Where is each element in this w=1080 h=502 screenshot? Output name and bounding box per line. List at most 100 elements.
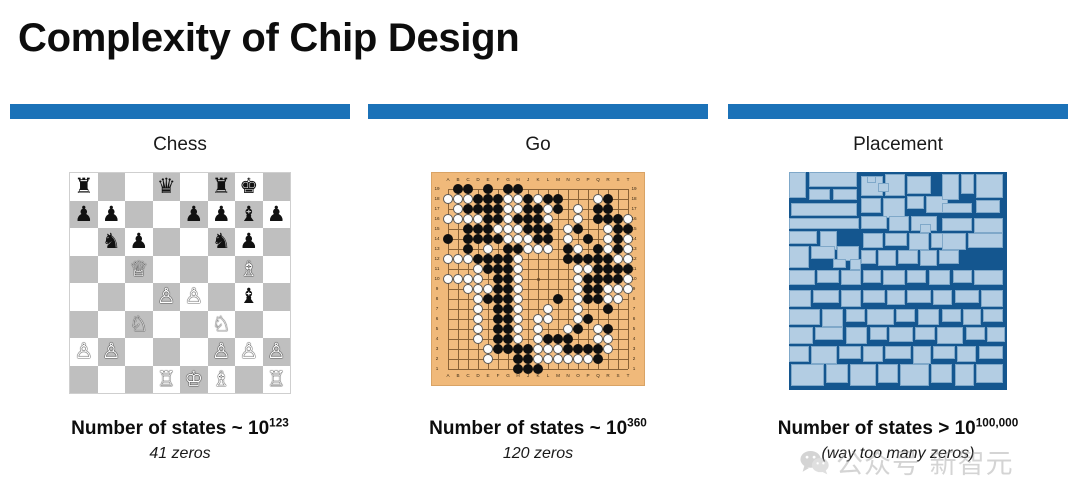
- go-stone-white: [452, 273, 464, 285]
- go-row-label: 9: [435, 285, 439, 291]
- placement-block: [965, 326, 986, 340]
- go-column-label: M: [556, 373, 560, 378]
- placement-block: [915, 326, 936, 340]
- go-stone-black: [482, 263, 494, 275]
- page-title: Complexity of Chip Design: [18, 16, 520, 60]
- go-stone-white: [482, 343, 494, 355]
- placement-block: [941, 217, 973, 231]
- go-stone-white: [572, 353, 584, 365]
- go-stone-black: [552, 193, 564, 205]
- chess-piece: ♟: [266, 202, 286, 226]
- go-stone-black: [592, 253, 604, 265]
- placement-block: [863, 346, 883, 362]
- chess-piece: ♖: [156, 367, 176, 391]
- go-column-label: M: [556, 177, 560, 182]
- go-stone-black: [512, 353, 524, 365]
- go-row-label: 16: [631, 215, 637, 221]
- go-stone-white: [592, 333, 604, 345]
- chess-square: ♟: [97, 200, 125, 228]
- go-column-label: R: [606, 177, 610, 182]
- chess-square: [70, 365, 98, 393]
- go-stone-black: [462, 183, 474, 195]
- go-stone-white: [602, 223, 614, 235]
- go-stone-white: [512, 233, 524, 245]
- chess-piece: ♟: [101, 202, 121, 226]
- go-stone-white: [542, 203, 554, 215]
- go-row-label: 15: [434, 225, 440, 231]
- go-stone-white: [512, 193, 524, 205]
- go-column-label: A: [446, 373, 450, 378]
- placement-block: [941, 202, 973, 214]
- go-stone-black: [542, 223, 554, 235]
- placement-block: [908, 233, 929, 251]
- placement-block: [789, 172, 807, 199]
- go-stone-black: [492, 193, 504, 205]
- go-stone-black: [502, 293, 514, 305]
- go-stone-black: [582, 273, 594, 285]
- chess-square: ♟: [70, 200, 98, 228]
- go-stone-black: [492, 213, 504, 225]
- go-star-point: [536, 277, 540, 281]
- placement-block: [913, 346, 931, 364]
- go-stone-white: [482, 283, 494, 295]
- go-column-label: P: [586, 177, 590, 182]
- chess-square: ♔: [180, 365, 208, 393]
- chess-square: ♙: [207, 338, 235, 366]
- go-row-label: 9: [632, 285, 636, 291]
- go-stone-white: [542, 313, 554, 325]
- go-stone-white: [462, 213, 474, 225]
- chess-piece: ♛: [156, 175, 176, 199]
- go-stone-black: [522, 203, 534, 215]
- chess-square: [207, 255, 235, 283]
- go-stone-white: [532, 323, 544, 335]
- go-stone-black: [462, 243, 474, 255]
- go-row-label: 3: [632, 345, 636, 351]
- accent-bar-go: [368, 104, 708, 119]
- go-stone-black: [512, 243, 524, 255]
- placement-block: [860, 250, 877, 264]
- go-column-label: K: [536, 177, 540, 182]
- go-column-label: E: [486, 177, 490, 182]
- go-stone-black: [472, 233, 484, 245]
- placement-block: [941, 174, 960, 201]
- go-stone-black: [452, 183, 464, 195]
- go-stone-black: [492, 263, 504, 275]
- go-row-label: 5: [632, 325, 636, 331]
- go-stone-black: [482, 293, 494, 305]
- placement-block: [791, 202, 857, 216]
- go-stone-white: [492, 223, 504, 235]
- chess-square: ♝: [235, 283, 263, 311]
- placement-block: [789, 289, 811, 308]
- chess-square: [152, 200, 180, 228]
- go-stone-black: [492, 273, 504, 285]
- go-row-label: 6: [632, 315, 636, 321]
- go-stone-black: [492, 343, 504, 355]
- placement-block: [980, 289, 1003, 308]
- go-stone-white: [602, 233, 614, 245]
- chess-square: ♙: [262, 338, 290, 366]
- placement-block: [978, 346, 1003, 360]
- go-row-label: 10: [434, 275, 440, 281]
- go-stone-white: [532, 333, 544, 345]
- chess-square: [262, 283, 290, 311]
- go-stone-black: [602, 263, 614, 275]
- chess-piece: ♞: [101, 230, 121, 254]
- go-column-label: C: [466, 373, 470, 378]
- go-stone-white: [462, 283, 474, 295]
- go-stone-white: [512, 293, 524, 305]
- go-stone-black: [582, 343, 594, 355]
- go-column-label: D: [476, 373, 480, 378]
- go-stone-white: [522, 243, 534, 255]
- go-stone-white: [512, 323, 524, 335]
- go-stone-black: [492, 253, 504, 265]
- go-stone-white: [482, 243, 494, 255]
- go-stone-white: [602, 243, 614, 255]
- go-stone-black: [502, 283, 514, 295]
- go-row-label: 18: [434, 195, 440, 201]
- chess-square: [235, 310, 263, 338]
- chess-piece: ♟: [239, 230, 259, 254]
- go-board-grid: [442, 183, 634, 375]
- go-column-label: D: [476, 177, 480, 182]
- go-stone-black: [512, 343, 524, 355]
- chess-square: [152, 228, 180, 256]
